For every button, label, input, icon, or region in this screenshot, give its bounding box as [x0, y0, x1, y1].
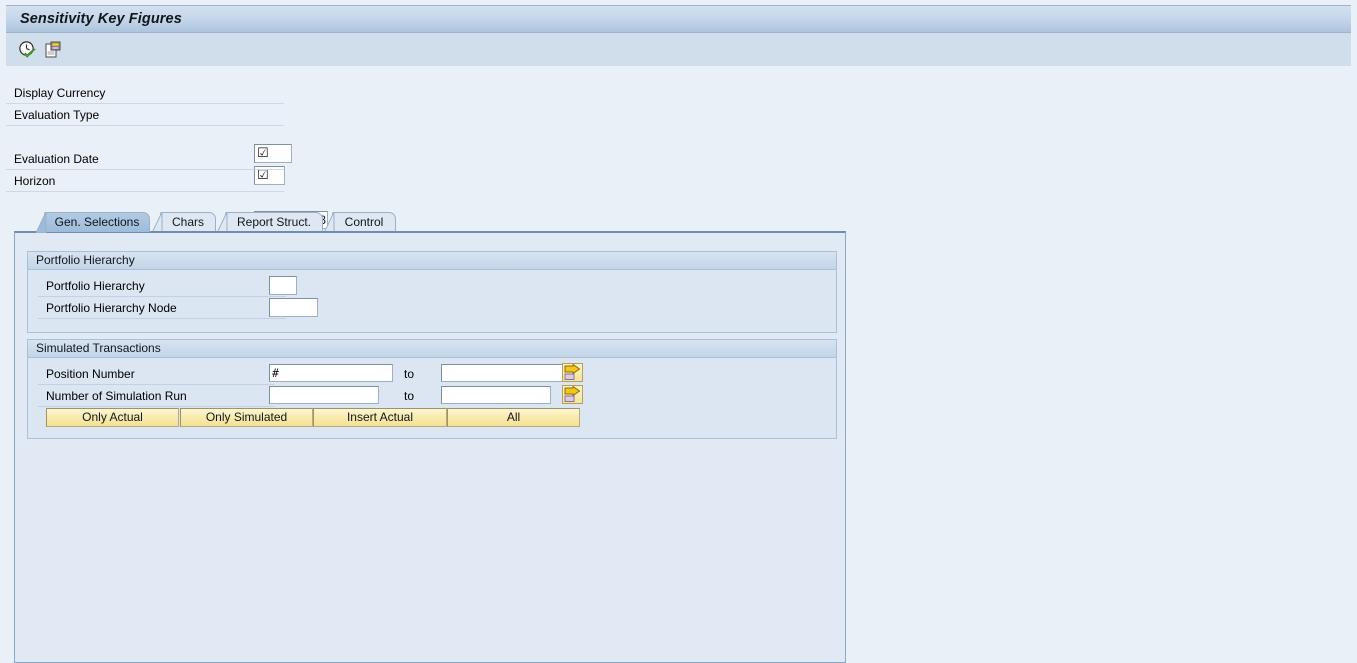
- number-of-simulation-run-from-input[interactable]: [269, 386, 379, 404]
- group-title-simulated-transactions: Simulated Transactions: [28, 340, 836, 358]
- tab-label: Report Struct.: [236, 215, 312, 229]
- field-row-portfolio-hierarchy-node: Portfolio Hierarchy Node: [38, 297, 286, 319]
- tab-content-panel: Portfolio Hierarchy Portfolio Hierarchy …: [14, 231, 846, 663]
- group-title-portfolio-hierarchy: Portfolio Hierarchy: [28, 252, 836, 270]
- label-display-currency: Display Currency: [14, 86, 106, 100]
- group-body: Position Number # to Number of Simulatio…: [28, 359, 836, 438]
- get-variant-icon[interactable]: [44, 40, 63, 59]
- field-row-number-of-simulation-run: Number of Simulation Run: [38, 385, 274, 407]
- label-position-number: Position Number: [46, 367, 135, 381]
- only-actual-button[interactable]: Only Actual: [46, 408, 179, 427]
- position-number-to-input[interactable]: [441, 364, 565, 382]
- window-title-bar: Sensitivity Key Figures: [6, 5, 1351, 33]
- execute-icon[interactable]: [18, 40, 37, 59]
- field-row-horizon: Horizon: [6, 170, 284, 192]
- tab-gen-selections[interactable]: Gen. Selections: [36, 212, 150, 233]
- tab-strip: Gen. Selections Chars Report Struct. Con…: [14, 212, 846, 233]
- page-title: Sensitivity Key Figures: [20, 11, 182, 27]
- group-portfolio-hierarchy: Portfolio Hierarchy Portfolio Hierarchy …: [27, 251, 837, 333]
- group-body: Portfolio Hierarchy Portfolio Hierarchy …: [28, 271, 836, 332]
- portfolio-hierarchy-input[interactable]: [269, 276, 297, 295]
- tab-chars[interactable]: Chars: [152, 212, 216, 233]
- tab-label: Control: [344, 215, 384, 229]
- row-divider: [38, 318, 286, 319]
- multiple-selection-simulation-run-button[interactable]: [562, 385, 583, 404]
- number-of-simulation-run-to-input[interactable]: [441, 386, 551, 404]
- field-row-position-number: Position Number: [38, 363, 274, 385]
- label-evaluation-date: Evaluation Date: [14, 152, 99, 166]
- label-evaluation-type: Evaluation Type: [14, 108, 100, 122]
- multiple-selection-position-number-button[interactable]: [562, 363, 583, 382]
- to-label-number-of-simulation-run: to: [404, 389, 415, 403]
- application-toolbar: © www.tutorialkart.com: [6, 33, 1351, 96]
- tab-label: Chars: [171, 215, 204, 229]
- portfolio-hierarchy-node-input[interactable]: [269, 298, 318, 317]
- tab-label: Gen. Selections: [54, 215, 140, 229]
- to-label-position-number: to: [404, 367, 415, 381]
- row-divider: [6, 191, 284, 192]
- selection-screen: Display Currency ☑ Evaluation Type ☑ Eva…: [6, 66, 1351, 663]
- field-row-evaluation-date: Evaluation Date: [6, 148, 284, 170]
- tab-report-struct[interactable]: Report Struct.: [217, 212, 323, 233]
- row-divider: [38, 406, 274, 407]
- label-portfolio-hierarchy-node: Portfolio Hierarchy Node: [46, 301, 177, 315]
- all-button[interactable]: All: [447, 408, 580, 427]
- group-simulated-transactions: Simulated Transactions Position Number #…: [27, 339, 837, 439]
- field-row-portfolio-hierarchy: Portfolio Hierarchy: [38, 275, 286, 297]
- label-portfolio-hierarchy: Portfolio Hierarchy: [46, 279, 145, 293]
- insert-actual-button[interactable]: Insert Actual: [313, 408, 447, 427]
- label-number-of-simulation-run: Number of Simulation Run: [46, 389, 187, 403]
- field-row-display-currency: Display Currency: [6, 82, 284, 104]
- field-row-evaluation-type: Evaluation Type: [6, 104, 284, 126]
- tab-control[interactable]: Control: [324, 212, 396, 233]
- only-simulated-button[interactable]: Only Simulated: [180, 408, 313, 427]
- row-divider: [6, 125, 284, 126]
- label-horizon: Horizon: [14, 174, 56, 188]
- position-number-from-input[interactable]: #: [269, 364, 393, 382]
